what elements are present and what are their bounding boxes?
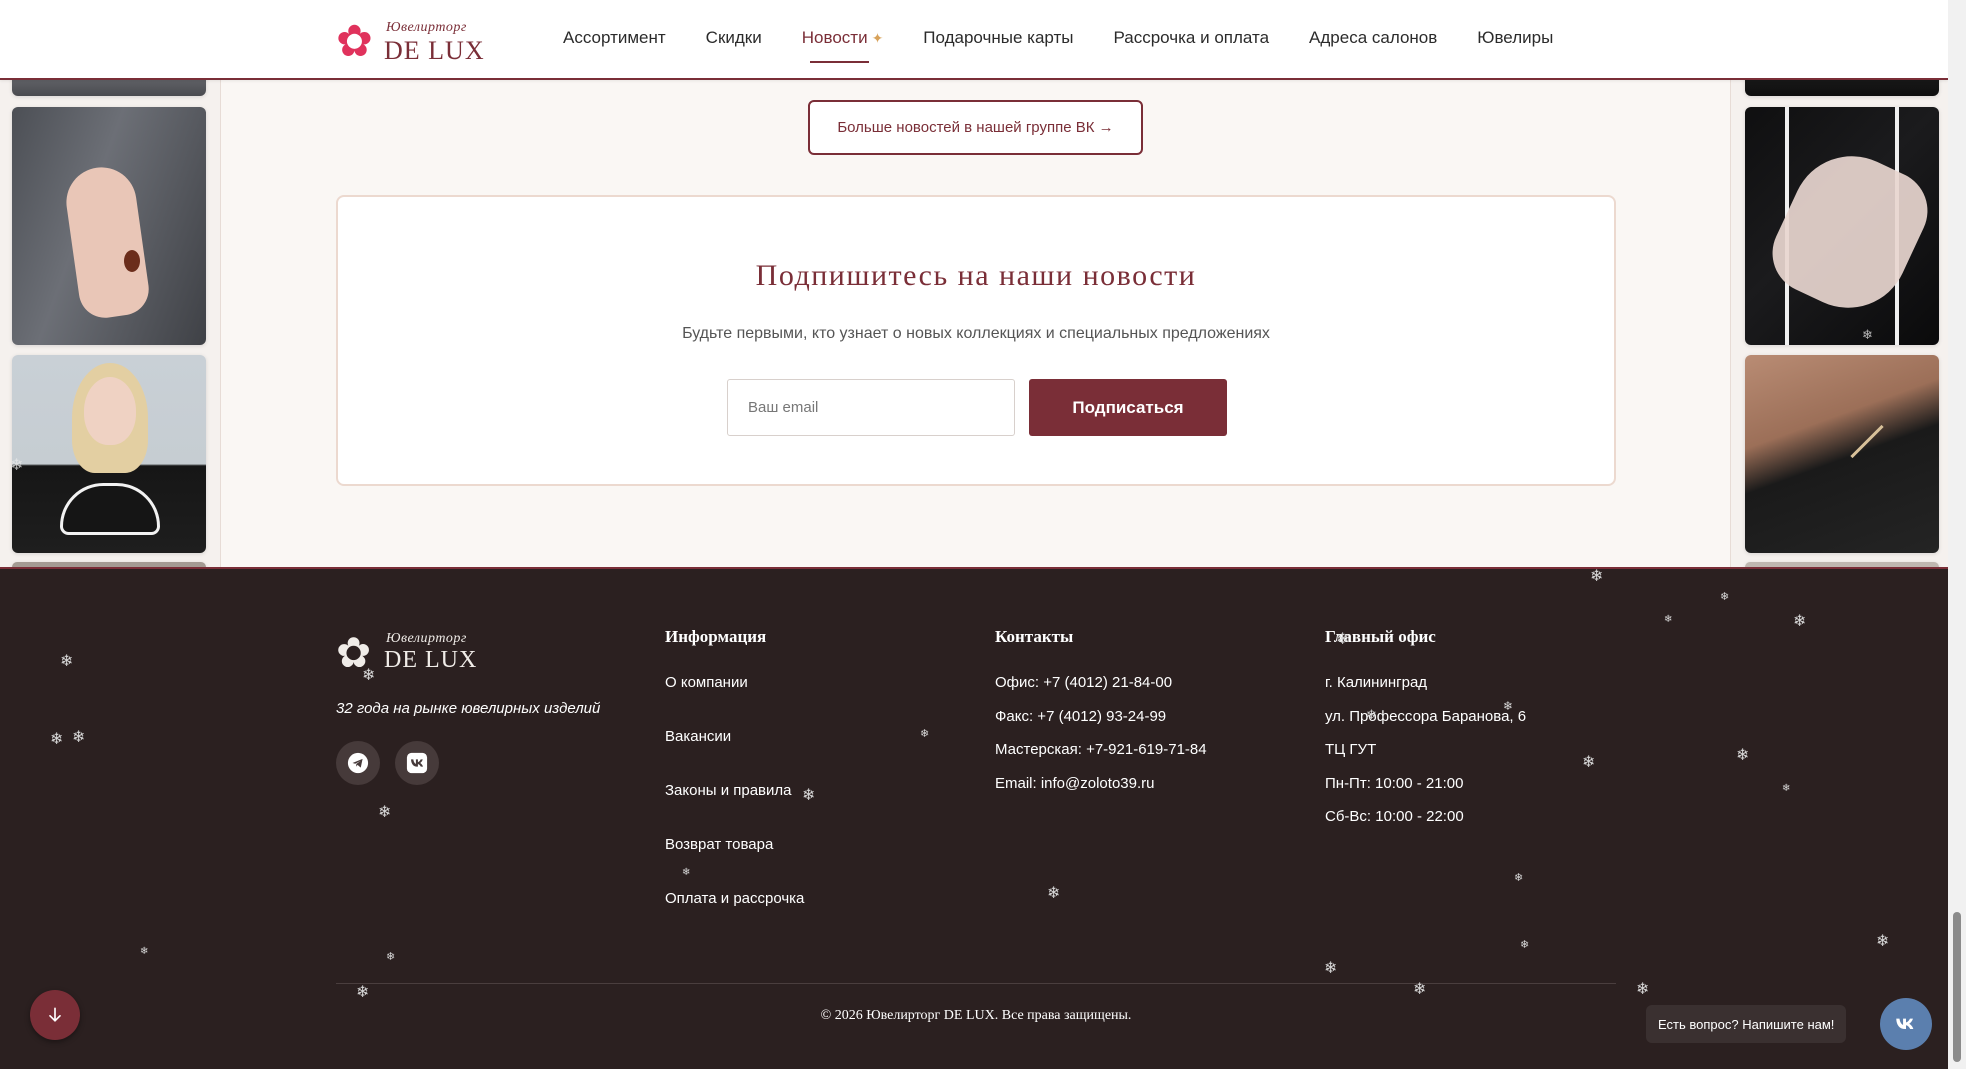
sparkle-icon: ✦: [871, 30, 884, 46]
side-photo-left-hand-ring[interactable]: [12, 107, 206, 345]
nav-item-installments[interactable]: Рассрочка и оплата: [1114, 28, 1270, 48]
vk-social-button[interactable]: [395, 741, 439, 785]
office-title: Главный офис: [1325, 627, 1436, 646]
info-title: Информация: [665, 627, 767, 646]
subscribe-button[interactable]: Подписаться: [1029, 379, 1227, 436]
contacts-list: Офис: +7 (4012) 21-84-00 Факс: +7 (4012)…: [995, 674, 1207, 808]
nav-label: Ювелиры: [1477, 28, 1554, 47]
info-links: О компании Вакансии Законы и правила Воз…: [665, 674, 804, 944]
contact-office-phone[interactable]: Офис: +7 (4012) 21-84-00: [995, 674, 1207, 708]
nav-item-assortment[interactable]: Ассортимент: [563, 28, 666, 48]
office-hours-weekdays: Пн-Пт: 10:00 - 21:00: [1325, 774, 1464, 792]
office-info: г. Калининград ул. Профессора Баранова, …: [1325, 674, 1526, 842]
contact-fax: Факс: +7 (4012) 93-24-99: [995, 707, 1167, 725]
footer-link-about[interactable]: О компании: [665, 674, 804, 728]
logo-script-text: Ювелирторг: [386, 631, 467, 646]
footer-link-vacancies[interactable]: Вакансии: [665, 728, 804, 782]
contact-workshop-phone[interactable]: Мастерская: +7-921-619-71-84: [995, 741, 1207, 775]
main-nav: Ассортимент Скидки Новости ✦ Подарочные к…: [563, 28, 1593, 63]
side-photo-right-hands[interactable]: [1745, 107, 1939, 345]
lily-flower-icon: ✿: [336, 17, 373, 66]
nav-label: Скидки: [705, 28, 762, 47]
contact-email[interactable]: Email: info@zoloto39.ru: [995, 775, 1207, 809]
chat-prompt[interactable]: Есть вопрос? Напишите нам!: [1646, 1005, 1847, 1043]
page-scrollbar[interactable]: [1948, 0, 1966, 1069]
office-mall: ТЦ ГУТ: [1325, 741, 1377, 758]
nav-item-discounts[interactable]: Скидки: [706, 28, 762, 48]
top-shape: [60, 483, 160, 535]
logo-main-text: DE LUX: [384, 36, 485, 65]
ring-shape: [124, 250, 140, 272]
scrollbar-thumb[interactable]: [1953, 912, 1961, 1062]
site-footer: ✿ Ювелирторг DE LUX 32 года на рынке юве…: [0, 567, 1948, 1069]
logo[interactable]: ✿ Ювелирторг DE LUX: [336, 16, 486, 66]
side-photo-left-woman[interactable]: [12, 355, 206, 553]
pin-shape: [1850, 424, 1884, 459]
nav-item-gift-cards[interactable]: Подарочные карты: [923, 28, 1073, 48]
contacts-title: Контакты: [995, 627, 1074, 646]
subscribe-text: Будьте первыми, кто узнает о новых колле…: [682, 325, 1270, 342]
footer-tagline: 32 года на рынке ювелирных изделий: [336, 700, 601, 717]
nav-label: Подарочные карты: [923, 28, 1074, 47]
telegram-icon: [347, 752, 369, 774]
vk-chat-button[interactable]: [1880, 998, 1932, 1050]
nav-label: Рассрочка и оплата: [1113, 28, 1270, 47]
nav-label: Ассортимент: [563, 28, 666, 47]
logo-script-text: Ювелирторг: [386, 20, 467, 35]
vk-icon: [1896, 1018, 1914, 1029]
subscribe-title: Подпишитесь на наши новости: [755, 259, 1197, 292]
nav-item-news[interactable]: Новости ✦: [801, 28, 884, 63]
vk-icon: [406, 752, 428, 774]
office-street: ул. Профессора Баранова, 6: [1325, 707, 1527, 725]
nav-item-jewelers[interactable]: Ювелиры: [1477, 28, 1553, 48]
copyright: © 2026 Ювелирторг DE LUX. Все права защи…: [820, 1008, 1132, 1023]
arrow-down-icon: [49, 1007, 61, 1022]
nav-label: Адреса салонов: [1309, 28, 1438, 47]
footer-link-laws[interactable]: Законы и правила: [665, 782, 804, 836]
side-photo-right-pin[interactable]: [1745, 355, 1939, 553]
footer-divider: [336, 983, 1616, 984]
office-city: г. Калининград: [1325, 674, 1428, 691]
nav-label: Новости: [801, 28, 868, 47]
logo-main-text: DE LUX: [384, 647, 478, 673]
scroll-down-button[interactable]: [30, 990, 80, 1040]
hand-shape: [61, 162, 153, 322]
footer-link-payment[interactable]: Оплата и рассрочка: [665, 890, 804, 944]
face-shape: [84, 377, 136, 445]
subscribe-card: Подпишитесь на наши новости Будьте первы…: [336, 195, 1616, 486]
footer-link-returns[interactable]: Возврат товара: [665, 836, 804, 890]
telegram-button[interactable]: [336, 741, 380, 785]
email-input[interactable]: [727, 379, 1015, 436]
nav-item-salons[interactable]: Адреса салонов: [1309, 28, 1437, 48]
content-area: Больше новостей в нашей группе ВК → Подп…: [0, 0, 1948, 572]
lily-flower-icon: ✿: [336, 629, 372, 676]
footer-logo[interactable]: ✿ Ювелирторг DE LUX: [336, 627, 486, 676]
vk-news-button[interactable]: Больше новостей в нашей группе ВК →: [808, 100, 1143, 155]
site-header: ✿ Ювелирторг DE LUX Ассортимент Скидки Н…: [0, 0, 1948, 80]
office-hours-weekend: Сб-Вс: 10:00 - 22:00: [1325, 808, 1464, 825]
